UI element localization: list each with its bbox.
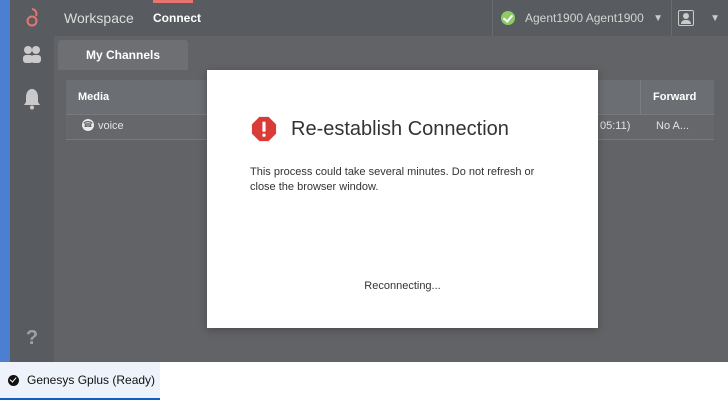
taskbar-item-genesys[interactable]: Genesys Gplus (Ready) — [0, 362, 160, 400]
dialog-message: This process could take several minutes.… — [250, 166, 535, 193]
error-icon — [251, 116, 277, 142]
window-edge — [0, 0, 10, 362]
error-svg — [251, 116, 277, 142]
reconnect-dialog: Re-establish Connection This process cou… — [207, 70, 598, 328]
dialog-header: Re-establish Connection — [251, 116, 509, 142]
reconnecting-status: Reconnecting... — [364, 280, 441, 292]
status-check-icon — [8, 374, 19, 386]
dialog-title: Re-establish Connection — [291, 117, 509, 140]
taskbar-label: Genesys Gplus (Ready) — [27, 373, 156, 387]
